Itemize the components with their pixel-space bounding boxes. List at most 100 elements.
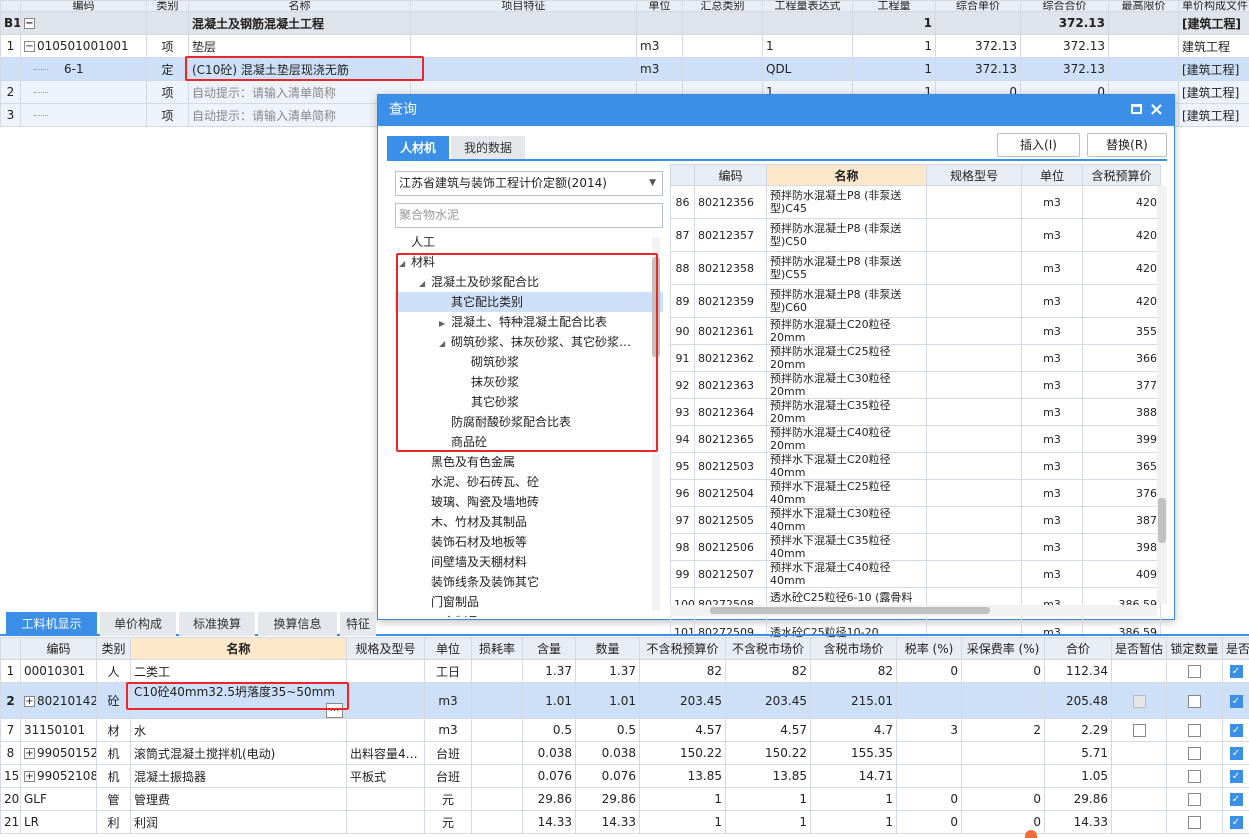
lock-qty-checkbox[interactable] [1188, 793, 1201, 806]
summary-cell[interactable] [682, 57, 763, 81]
expr-cell[interactable]: 1 [762, 34, 853, 58]
tree-node[interactable]: ▶ 混凝土、特种混凝土配合比表 [395, 312, 663, 332]
code-cell[interactable]: 31150101 [20, 718, 97, 742]
tab-labor-material-machine[interactable]: 人材机 [387, 136, 450, 160]
type-cell[interactable]: 项 [146, 34, 189, 58]
pretax-budget-cell[interactable]: 1 [639, 787, 726, 811]
type-cell[interactable]: 利 [96, 810, 131, 834]
spec-cell[interactable] [346, 718, 425, 742]
name-cell[interactable]: 管理费 [130, 787, 347, 811]
name-cell[interactable]: 二类工 [130, 659, 347, 683]
limit-cell[interactable] [1108, 34, 1179, 58]
code-cell[interactable]: +80210142 [20, 682, 97, 719]
lock-qty-cell[interactable] [1166, 764, 1223, 788]
material-row[interactable]: 87 80212357 预拌防水混凝土P8 (非泵送型)C50 m3 420 [670, 218, 1161, 252]
tax-rate-cell[interactable]: 0 [896, 787, 962, 811]
summary-cell[interactable] [682, 34, 763, 58]
total-cell[interactable]: 2.29 [1044, 718, 1112, 742]
unit-cell[interactable]: m3 [424, 682, 472, 719]
collapse-icon[interactable]: ◢ [439, 334, 451, 354]
content-cell[interactable]: 1.01 [522, 682, 576, 719]
tax-market-cell[interactable]: 82 [810, 659, 897, 683]
tree-node[interactable]: ◢ 砌筑砂浆、抹灰砂浆、其它砂浆… [395, 332, 663, 352]
usage-col-header-11[interactable]: 含税市场价 [810, 637, 897, 660]
tab-material-display[interactable]: 工料机显示 [6, 612, 97, 636]
tree-node[interactable]: 砌筑砂浆 [395, 352, 663, 372]
content-cell[interactable]: 1.37 [522, 659, 576, 683]
type-cell[interactable]: 项 [146, 80, 189, 104]
fee-rate-cell[interactable] [961, 741, 1045, 765]
collapse-icon[interactable]: ◢ [399, 254, 411, 274]
tree-node[interactable]: 水泥、砂石砖瓦、砼 [395, 472, 663, 492]
pretax-budget-cell[interactable]: 82 [639, 659, 726, 683]
tree-node[interactable]: 商品砼 [395, 432, 663, 452]
pretax-market-cell[interactable]: 1 [725, 787, 811, 811]
fee-rate-cell[interactable]: 2 [961, 718, 1045, 742]
code-cell[interactable]: +99050152 [20, 741, 97, 765]
mat-col-header-2[interactable]: 名称 [766, 164, 927, 186]
tree-node[interactable]: 玻璃、陶瓷及墙地砖 [395, 492, 663, 512]
pretax-budget-cell[interactable]: 13.85 [639, 764, 726, 788]
usage-col-header-7[interactable]: 含量 [522, 637, 576, 660]
code-cell[interactable]: +99052108 [20, 764, 97, 788]
usage-row[interactable]: 7 31150101 材水 m3 0.5 0.5 4.57 4.57 4.7 3 2 2.29 ✓ [0, 718, 1249, 742]
spec-cell[interactable] [346, 659, 425, 683]
usage-row[interactable]: 15 +99052108 机混凝土振捣器 平板式 台班 0.076 0.076 13.85 13… [0, 764, 1249, 788]
tax-rate-cell[interactable]: 3 [896, 718, 962, 742]
expand-icon[interactable]: + [24, 695, 35, 707]
expand-icon[interactable]: + [24, 748, 35, 759]
bill-row[interactable]: 1−010501001001 项垫层 m3 1 1 372.13 372.13 建筑工程 [0, 34, 1249, 58]
name-cell[interactable]: 滚筒式混凝土搅拌机(电动) [130, 741, 347, 765]
mat-col-header-3[interactable]: 规格型号 [926, 164, 1022, 186]
lock-qty-cell[interactable] [1166, 787, 1223, 811]
flag-checkbox[interactable]: ✓ [1229, 694, 1243, 708]
qty-cell[interactable]: 1.37 [575, 659, 640, 683]
qty-cell[interactable]: 0.5 [575, 718, 640, 742]
qty-cell[interactable]: 0.038 [575, 741, 640, 765]
estimate-checkbox[interactable] [1132, 724, 1146, 737]
usage-col-header-6[interactable]: 损耗率 [471, 637, 523, 660]
loss-cell[interactable] [471, 810, 523, 834]
loss-cell[interactable] [471, 682, 523, 719]
unit-cell[interactable]: 台班 [424, 764, 472, 788]
total-cell[interactable]: 1.05 [1044, 764, 1112, 788]
lock-qty-cell[interactable] [1166, 682, 1223, 719]
material-row[interactable]: 99 80212507 预拌水下混凝土C40粒径40mm m3 409 [670, 560, 1161, 588]
tree-node[interactable]: 人工 [395, 232, 663, 252]
material-row[interactable]: 96 80212504 预拌水下混凝土C25粒径40mm m3 376 [670, 479, 1161, 507]
col-header-11[interactable]: 单价构成文件 [1178, 0, 1249, 12]
pretax-budget-cell[interactable]: 1 [639, 810, 726, 834]
loss-cell[interactable] [471, 787, 523, 811]
tree-node[interactable]: 防腐耐酸砂浆配合比表 [395, 412, 663, 432]
type-cell[interactable] [146, 11, 189, 35]
qty-cell[interactable]: 1 [852, 11, 936, 35]
material-row[interactable]: 95 80212503 预拌水下混凝土C20粒径40mm m3 365 [670, 452, 1161, 480]
tree-node[interactable]: 其它砂浆 [395, 392, 663, 412]
pretax-market-cell[interactable]: 150.22 [725, 741, 811, 765]
fee-rate-cell[interactable]: 0 [961, 659, 1045, 683]
material-row[interactable]: 97 80212505 预拌水下混凝土C30粒径40mm m3 387 [670, 506, 1161, 534]
usage-col-header-13[interactable]: 采保费率 (%) [961, 637, 1045, 660]
fee-rate-cell[interactable] [961, 682, 1045, 719]
qty-cell[interactable]: 0.076 [575, 764, 640, 788]
close-icon[interactable]: × [1149, 98, 1164, 122]
usage-col-header-9[interactable]: 不含税预算价 [639, 637, 726, 660]
estimate-cell[interactable] [1111, 682, 1167, 719]
limit-cell[interactable] [1108, 11, 1179, 35]
col-header-4[interactable]: 单位 [636, 0, 683, 12]
total-cell[interactable]: 29.86 [1044, 787, 1112, 811]
tax-rate-cell[interactable]: 0 [896, 810, 962, 834]
type-cell[interactable]: 砼 [96, 682, 131, 719]
name-cell[interactable]: (C10砼) 混凝土垫层现浇无筋 [188, 57, 411, 81]
mat-col-header-4[interactable]: 单位 [1021, 164, 1083, 186]
more-button[interactable]: … [326, 703, 343, 718]
col-header-5[interactable]: 汇总类别 [682, 0, 763, 12]
material-row[interactable]: 94 80212365 预拌防水混凝土C40粒径20mm m3 399 [670, 425, 1161, 453]
spec-cell[interactable] [346, 787, 425, 811]
code-cell[interactable]: − [20, 11, 147, 35]
tax-market-cell[interactable]: 14.71 [810, 764, 897, 788]
total-cell[interactable]: 372.13 [1020, 34, 1109, 58]
total-cell[interactable]: 14.33 [1044, 810, 1112, 834]
qty-cell[interactable]: 1 [852, 34, 936, 58]
lock-qty-cell[interactable] [1166, 659, 1223, 683]
